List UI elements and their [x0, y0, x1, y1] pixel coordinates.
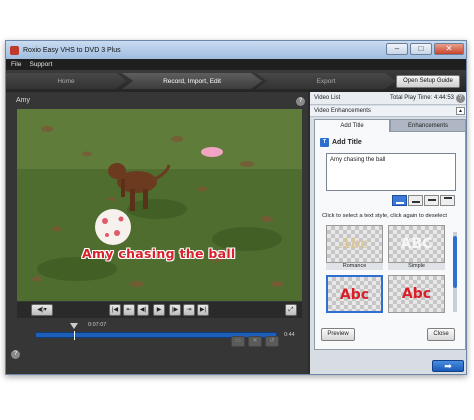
- text-style-romance[interactable]: Abc Romance: [326, 225, 383, 270]
- style-thumbnail: ABC: [388, 225, 445, 263]
- text-style-red-selected[interactable]: Abc: [326, 275, 383, 317]
- end-time: 0:44: [284, 332, 295, 338]
- video-frame-image: [17, 109, 302, 301]
- step-back-icon[interactable]: ◀|: [137, 304, 149, 316]
- playback-controls: ◀)▾ |◀ ⇤ ◀| ▶ |▶ ⇥ ▶| ⤢: [17, 302, 302, 318]
- collapse-icon[interactable]: ▲: [456, 107, 465, 115]
- menu-support[interactable]: Support: [29, 61, 52, 68]
- timeline-position-marker: [74, 331, 75, 340]
- volume-icon[interactable]: ◀)▾: [31, 304, 53, 316]
- split-clip-icon[interactable]: ▭: [231, 336, 245, 347]
- style-thumbnail: Abc: [326, 225, 383, 263]
- step-home[interactable]: Home: [6, 73, 126, 89]
- help-icon[interactable]: ?: [456, 94, 465, 103]
- step-record-import-edit[interactable]: Record, Import, Edit: [122, 73, 262, 89]
- close-window-button[interactable]: ✕: [434, 43, 464, 55]
- video-caption-overlay: Amy chasing the ball: [82, 246, 236, 261]
- style-thumbnail: Abc: [326, 275, 383, 313]
- video-list-label[interactable]: Video List: [314, 95, 340, 101]
- position-middle-icon[interactable]: [424, 195, 439, 206]
- video-name-label: Amy: [16, 97, 30, 104]
- style-label: Romance: [326, 263, 383, 270]
- delete-clip-icon[interactable]: ✕: [248, 336, 262, 347]
- window-title: Roxio Easy VHS to DVD 3 Plus: [23, 46, 121, 54]
- add-title-heading: T Add Title: [320, 138, 362, 147]
- title-position-buttons: [392, 195, 455, 206]
- style-thumbnail: Abc: [388, 275, 445, 313]
- app-logo-icon: [10, 45, 19, 55]
- skip-end-icon[interactable]: ▶|: [197, 304, 209, 316]
- side-panel: Video List Total Play Time: 4:44:53 ? Vi…: [310, 92, 466, 374]
- title-bar: Roxio Easy VHS to DVD 3 Plus – □ ✕: [6, 41, 466, 59]
- total-play-time: Total Play Time: 4:44:53: [389, 95, 454, 101]
- position-lower-icon[interactable]: [408, 195, 423, 206]
- next-arrow-icon[interactable]: ➡: [432, 360, 464, 372]
- current-time: 0:07:07: [88, 322, 107, 328]
- mark-in-icon[interactable]: ⇤: [123, 304, 135, 316]
- step-navigation: Home Export Record, Import, Edit Open Se…: [6, 70, 466, 92]
- position-bottom-icon[interactable]: [392, 195, 407, 206]
- video-enhancements-label: Video Enhancements: [314, 108, 371, 114]
- undo-icon[interactable]: ↺: [265, 336, 279, 347]
- mark-out-icon[interactable]: ⇥: [183, 304, 195, 316]
- step-export[interactable]: Export: [256, 73, 396, 89]
- title-text-icon: T: [320, 138, 329, 147]
- style-gallery-scrollbar[interactable]: [453, 232, 457, 312]
- text-style-red-outline[interactable]: Abc: [388, 275, 445, 317]
- add-title-heading-text: Add Title: [332, 139, 362, 146]
- style-label: Simple: [388, 263, 445, 270]
- menu-bar: File Support: [6, 59, 466, 70]
- title-text-input[interactable]: Amy chasing the ball: [326, 153, 456, 191]
- close-panel-button[interactable]: Close: [427, 328, 455, 341]
- maximize-button[interactable]: □: [410, 43, 432, 55]
- play-icon[interactable]: ▶: [153, 304, 165, 316]
- skip-start-icon[interactable]: |◀: [109, 304, 121, 316]
- position-top-icon[interactable]: [440, 195, 455, 206]
- playhead-handle[interactable]: [70, 323, 78, 329]
- step-forward-icon[interactable]: |▶: [169, 304, 181, 316]
- video-pane: Amy ? Amy chasing the ball ◀)▾ |◀ ⇤ ◀| ▶…: [6, 92, 308, 374]
- help-icon[interactable]: ?: [296, 97, 305, 106]
- tab-enhancements[interactable]: Enhancements: [390, 119, 466, 132]
- open-setup-guide-button[interactable]: Open Setup Guide: [396, 75, 460, 88]
- video-list-header: Video List Total Play Time: 4:44:53: [310, 92, 466, 105]
- add-title-panel: T Add Title Amy chasing the ball Click t…: [314, 132, 466, 350]
- minimize-button[interactable]: –: [386, 43, 408, 55]
- tab-add-title[interactable]: Add Title: [314, 119, 390, 132]
- menu-file[interactable]: File: [11, 61, 21, 68]
- preview-button[interactable]: Preview: [321, 328, 355, 341]
- text-style-simple[interactable]: ABC Simple: [388, 225, 445, 270]
- text-style-hint: Click to select a text style, click agai…: [322, 213, 448, 219]
- enhancement-tabs: Add Title Enhancements: [314, 119, 466, 132]
- video-preview[interactable]: Amy chasing the ball: [17, 109, 302, 301]
- app-window: Roxio Easy VHS to DVD 3 Plus – □ ✕ File …: [5, 40, 467, 375]
- help-icon[interactable]: ?: [11, 350, 20, 359]
- scrollbar-thumb[interactable]: [453, 236, 457, 288]
- fullscreen-icon[interactable]: ⤢: [285, 304, 297, 316]
- video-enhancements-header: Video Enhancements ▲: [310, 106, 466, 117]
- text-style-gallery: Abc Romance ABC Simple Abc Abc: [326, 225, 448, 317]
